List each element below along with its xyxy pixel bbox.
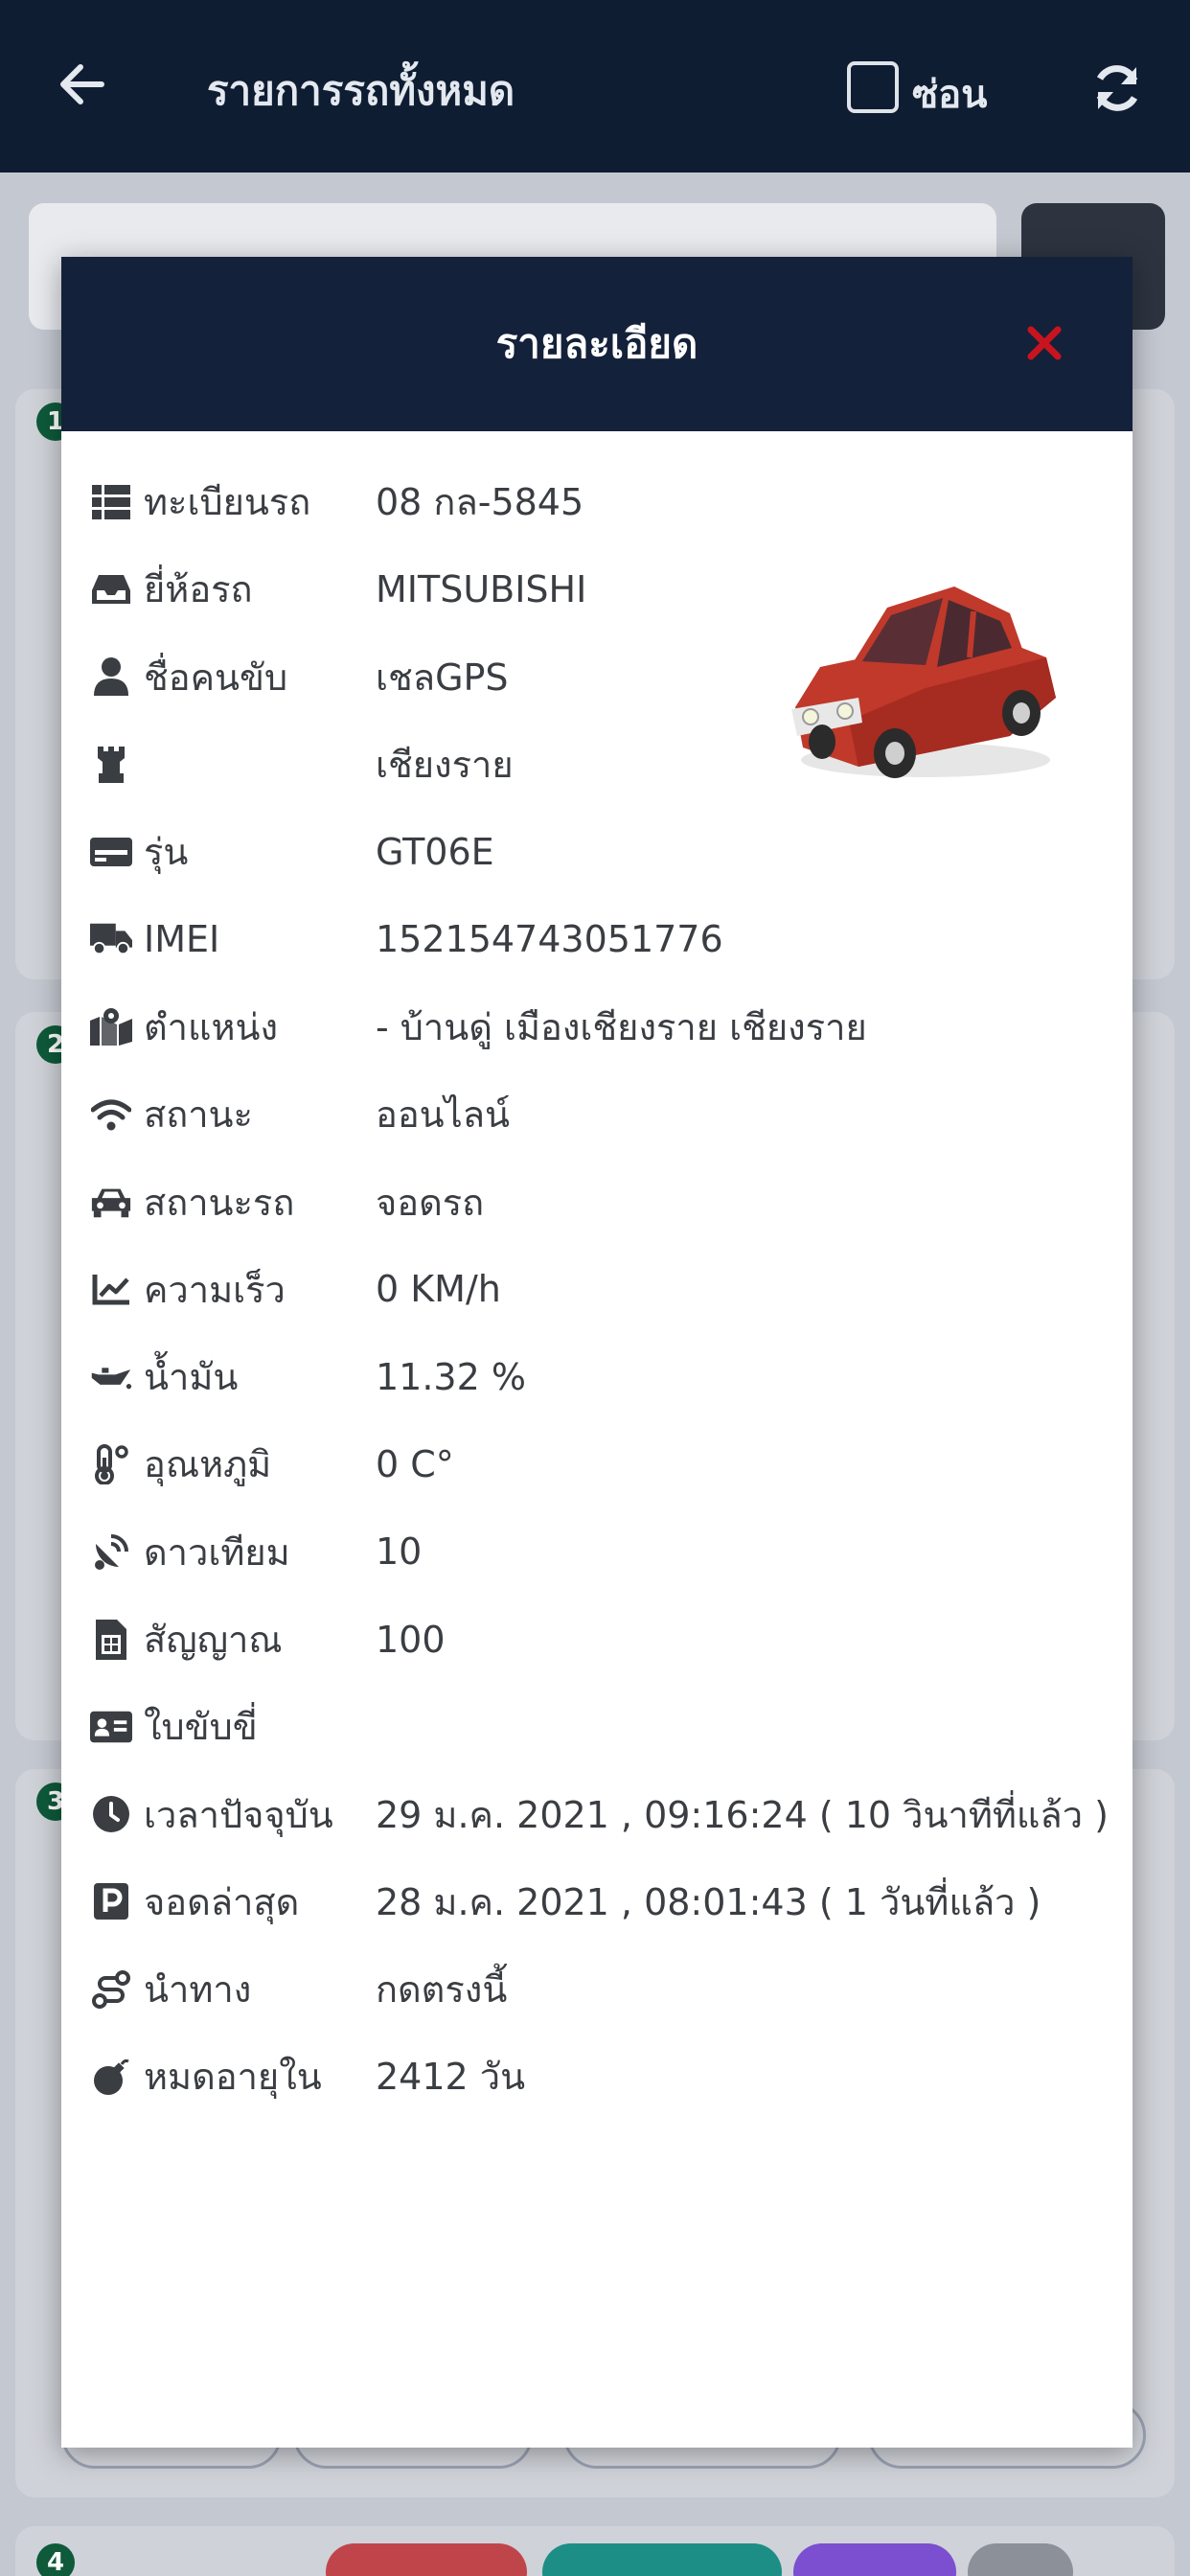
status-badge: [326, 2543, 527, 2576]
list-icon: [90, 481, 132, 523]
modal-header: รายละเอียด: [61, 257, 1133, 431]
car-icon: [90, 1181, 132, 1223]
detail-modal: รายละเอียด ทะเบียนรถ 08 กล-5845 ยี่ห้อรถ…: [61, 257, 1133, 2448]
wifi-icon: [90, 1093, 132, 1136]
detail-label: จอดล่าสุด: [144, 1880, 300, 1923]
detail-row-signal: สัญญาณ 100: [82, 1596, 1111, 1683]
hide-checkbox-label: ซ่อน: [912, 73, 988, 117]
detail-value: 100: [376, 1618, 446, 1661]
status-badge: [968, 2543, 1073, 2576]
modal-title: รายละเอียด: [495, 320, 698, 367]
detail-value: MITSUBISHI: [376, 567, 587, 610]
detail-label: อุณหภูมิ: [144, 1443, 272, 1486]
inbox-icon: [90, 568, 132, 610]
map-marked-icon: [90, 1005, 132, 1047]
detail-label: สัญญาณ: [144, 1619, 283, 1661]
detail-label: สถานะ: [144, 1093, 253, 1137]
detail-label: ทะเบียนรถ: [144, 481, 311, 524]
detail-row-province: เชียงราย: [82, 721, 1111, 808]
detail-value: 0 KM/h: [376, 1268, 501, 1311]
detail-value: 10: [376, 1530, 423, 1574]
status-badge: [793, 2543, 956, 2576]
detail-label: เวลาปัจจุบัน: [144, 1793, 333, 1836]
detail-value: 11.32 %: [376, 1355, 526, 1398]
detail-row-current-time: เวลาปัจจุบัน 29 ม.ค. 2021 , 09:16:24 ( 1…: [82, 1770, 1111, 1857]
route-icon: [90, 1968, 132, 2011]
detail-label: หมดอายุใน: [144, 2056, 322, 2099]
sim-card-icon: [90, 1619, 132, 1661]
detail-label: ใบขับขี่: [144, 1706, 258, 1749]
detail-value: GT06E: [376, 830, 494, 873]
detail-row-navigate[interactable]: นำทาง กดตรงนี้: [82, 1945, 1111, 2033]
detail-row-plate: ทะเบียนรถ 08 กล-5845: [82, 458, 1111, 545]
oil-can-icon: [90, 1356, 132, 1398]
detail-value: 08 กล-5845: [376, 481, 584, 524]
detail-label: สถานะรถ: [144, 1181, 295, 1224]
detail-value: 28 ม.ค. 2021 , 08:01:43 ( 1 วันที่แล้ว ): [376, 1880, 1041, 1923]
page-title: รายการรถทั้งหมด: [207, 67, 515, 114]
detail-label: นำทาง: [144, 1968, 252, 2012]
detail-value: เชลGPS: [376, 656, 509, 699]
hide-checkbox[interactable]: [847, 61, 899, 113]
detail-row-location: ตำแหน่ง - บ้านดู่ เมืองเชียงราย เชียงราย: [82, 983, 1111, 1070]
bomb-icon: [90, 2056, 132, 2098]
close-icon[interactable]: [1018, 316, 1071, 370]
user-icon: [90, 656, 132, 698]
refresh-icon[interactable]: [1087, 58, 1148, 119]
detail-row-satellite: ดาวเทียม 10: [82, 1508, 1111, 1596]
detail-list: ทะเบียนรถ 08 กล-5845 ยี่ห้อรถ MITSUBISHI…: [82, 458, 1111, 2121]
navigate-link[interactable]: กดตรงนี้: [376, 1960, 507, 2018]
detail-value: จอดรถ: [376, 1181, 485, 1224]
detail-label: ดาวเทียม: [144, 1530, 290, 1574]
detail-value: 152154743051776: [376, 918, 723, 961]
truck-icon: [90, 918, 132, 960]
detail-value: 0 C°: [376, 1442, 454, 1485]
detail-label: ตำแหน่ง: [144, 1005, 279, 1048]
detail-label: รุ่น: [144, 831, 189, 874]
screen: รายการรถทั้งหมด ซ่อน 1 2 3 4 รายละเอียด …: [0, 0, 1190, 2576]
detail-value: ออนไลน์: [376, 1093, 510, 1137]
thermometer-icon: [90, 1443, 132, 1485]
parking-icon: [90, 1880, 132, 1922]
detail-row-car-status: สถานะรถ จอดรถ: [82, 1158, 1111, 1245]
app-header: รายการรถทั้งหมด ซ่อน: [0, 0, 1190, 172]
status-badge: [542, 2543, 782, 2576]
id-card-icon: [90, 1706, 132, 1748]
detail-row-brand: ยี่ห้อรถ MITSUBISHI: [82, 545, 1111, 632]
detail-row-speed: ความเร็ว 0 KM/h: [82, 1246, 1111, 1333]
detail-row-temperature: อุณหภูมิ 0 C°: [82, 1420, 1111, 1507]
line-chart-icon: [90, 1268, 132, 1310]
detail-label: ความเร็ว: [144, 1268, 286, 1311]
detail-row-driver: ชื่อคนขับ เชลGPS: [82, 633, 1111, 721]
detail-row-fuel: น้ำมัน 11.32 %: [82, 1333, 1111, 1420]
card-number: 4: [36, 2543, 75, 2576]
detail-value: 2412 วัน: [376, 2056, 526, 2099]
detail-row-expiry: หมดอายุใน 2412 วัน: [82, 2033, 1111, 2120]
detail-row-last-parked: จอดล่าสุด 28 ม.ค. 2021 , 08:01:43 ( 1 วั…: [82, 1858, 1111, 1945]
satellite-dish-icon: [90, 1530, 132, 1573]
rook-icon: [90, 744, 132, 786]
detail-label: IMEI: [144, 918, 220, 961]
detail-row-license: ใบขับขี่: [82, 1683, 1111, 1770]
back-arrow-icon[interactable]: [54, 56, 111, 113]
clock-icon: [90, 1793, 132, 1835]
detail-label: ชื่อคนขับ: [144, 656, 288, 699]
detail-value: 29 ม.ค. 2021 , 09:16:24 ( 10 วินาทีที่แล…: [376, 1793, 1109, 1836]
detail-value: เชียงราย: [376, 744, 514, 787]
detail-row-model: รุ่น GT06E: [82, 808, 1111, 895]
detail-row-status: สถานะ ออนไลน์: [82, 1070, 1111, 1158]
detail-row-imei: IMEI 152154743051776: [82, 895, 1111, 982]
detail-label: น้ำมัน: [144, 1356, 239, 1399]
detail-label: ยี่ห้อรถ: [144, 568, 253, 611]
card-icon: [90, 831, 132, 873]
detail-value: - บ้านดู่ เมืองเชียงราย เชียงราย: [376, 1005, 867, 1048]
